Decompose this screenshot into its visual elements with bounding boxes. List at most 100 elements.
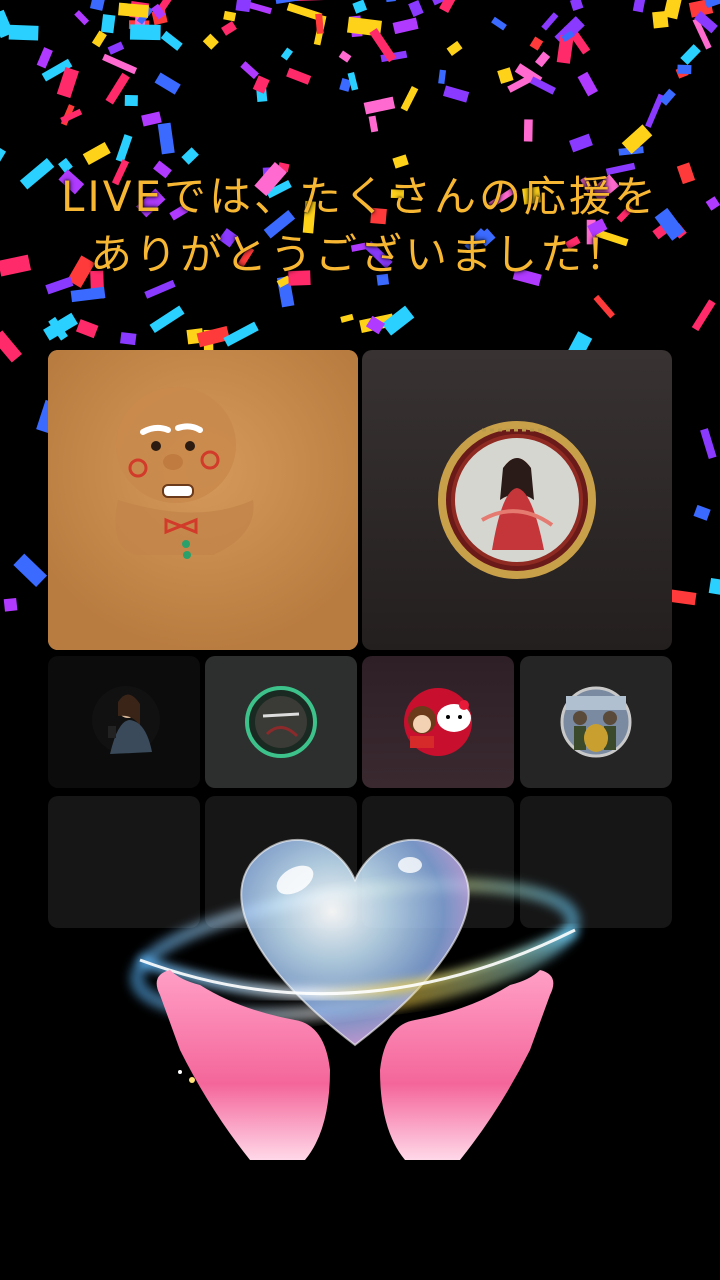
confetti-piece xyxy=(82,142,111,166)
confetti-piece xyxy=(235,0,252,13)
confetti-piece xyxy=(675,65,689,79)
confetti-piece xyxy=(0,9,14,39)
confetti-piece xyxy=(74,10,90,26)
participant-tile-3[interactable] xyxy=(48,656,200,788)
confetti-piece xyxy=(692,17,712,50)
group-photo-avatar xyxy=(560,686,632,758)
confetti-piece xyxy=(295,0,325,2)
participant-tile-guest[interactable] xyxy=(362,350,672,650)
confetti-piece xyxy=(223,10,237,22)
confetti-piece xyxy=(365,315,386,335)
confetti-piece xyxy=(694,10,718,34)
confetti-piece xyxy=(569,0,584,11)
confetti-piece xyxy=(0,330,23,363)
confetti-piece xyxy=(129,1,150,20)
confetti-piece xyxy=(243,0,272,15)
confetti-piece xyxy=(384,0,396,3)
confetti-piece xyxy=(89,0,109,11)
confetti-piece xyxy=(13,553,48,587)
confetti-piece xyxy=(150,3,166,20)
confetti-piece xyxy=(368,115,379,133)
confetti-piece xyxy=(618,146,644,156)
thank-you-message: LIVEでは、たくさんの応援をありがとうございました！ xyxy=(60,172,660,279)
participant-tile-4[interactable] xyxy=(205,656,357,788)
confetti-piece xyxy=(181,147,199,165)
confetti-piece xyxy=(60,104,75,126)
confetti-piece xyxy=(347,71,359,91)
confetti-piece xyxy=(275,0,301,5)
confetti-piece xyxy=(115,134,133,163)
confetti-piece xyxy=(577,71,598,97)
confetti-piece xyxy=(431,0,447,6)
confetti-piece xyxy=(534,51,551,68)
confetti-piece xyxy=(381,305,415,336)
confetti-piece xyxy=(708,577,720,598)
confetti-piece xyxy=(154,72,181,95)
confetti-piece xyxy=(339,78,352,92)
kitty-and-doll-avatar xyxy=(404,688,472,756)
heart-planet-hands-icon xyxy=(120,810,590,1190)
confetti-piece xyxy=(564,22,591,55)
confetti-piece xyxy=(286,67,312,85)
confetti-piece xyxy=(43,312,78,341)
confetti-piece xyxy=(529,36,544,51)
participant-tile-5[interactable] xyxy=(362,656,514,788)
confetti-piece xyxy=(704,0,720,9)
confetti-piece xyxy=(392,17,419,35)
confetti-piece xyxy=(134,12,146,37)
green-ring-avatar xyxy=(245,686,317,758)
confetti-piece xyxy=(102,53,138,75)
confetti-piece xyxy=(141,111,162,127)
confetti-piece xyxy=(151,9,168,26)
woman-with-phone-avatar xyxy=(92,686,160,754)
confetti-piece xyxy=(700,428,717,460)
confetti-piece xyxy=(705,196,720,211)
confetti-piece xyxy=(671,223,687,239)
confetti-piece xyxy=(120,332,137,346)
confetti-piece xyxy=(160,30,183,51)
confetti-piece xyxy=(645,93,665,128)
confetti-piece xyxy=(561,30,575,42)
confetti-piece xyxy=(91,30,107,48)
confetti-piece xyxy=(632,0,648,13)
confetti-piece xyxy=(280,47,294,61)
confetti-piece xyxy=(438,69,447,84)
confetti-piece xyxy=(36,47,53,69)
confetti-piece xyxy=(554,16,585,47)
confetti-piece xyxy=(107,41,125,55)
confetti-piece xyxy=(223,321,259,347)
confetti-piece xyxy=(286,2,323,22)
confetti-piece xyxy=(349,15,363,38)
confetti-piece xyxy=(8,24,39,41)
confetti-piece xyxy=(491,16,507,31)
confetti-piece xyxy=(347,16,382,37)
confetti-piece xyxy=(408,0,424,18)
confetti-piece xyxy=(514,63,543,86)
confetti-piece xyxy=(541,12,559,31)
confetti-piece xyxy=(70,286,106,303)
confetti-piece xyxy=(380,50,408,63)
confetti-piece xyxy=(240,61,259,80)
confetti-piece xyxy=(157,122,175,155)
participant-tile-6[interactable] xyxy=(520,656,672,788)
confetti-piece xyxy=(593,294,615,319)
participant-tile-host[interactable] xyxy=(48,350,358,650)
confetti-piece xyxy=(442,85,470,103)
confetti-piece xyxy=(118,2,149,18)
confetti-piece xyxy=(75,319,99,339)
confetti-piece xyxy=(136,6,154,25)
confetti-piece xyxy=(556,35,574,64)
confetti-piece xyxy=(100,14,116,34)
confetti-piece xyxy=(129,24,161,41)
confetti-piece xyxy=(124,94,138,107)
confetti-piece xyxy=(313,15,327,46)
confetti-piece xyxy=(256,85,268,102)
confetti-piece xyxy=(688,0,714,18)
confetti-piece xyxy=(0,254,32,277)
confetti-piece xyxy=(693,504,711,521)
confetti-piece xyxy=(340,313,354,323)
confetti-piece xyxy=(252,75,270,94)
confetti-piece xyxy=(19,158,55,190)
confetti-piece xyxy=(523,119,533,142)
confetti-piece xyxy=(0,146,7,178)
